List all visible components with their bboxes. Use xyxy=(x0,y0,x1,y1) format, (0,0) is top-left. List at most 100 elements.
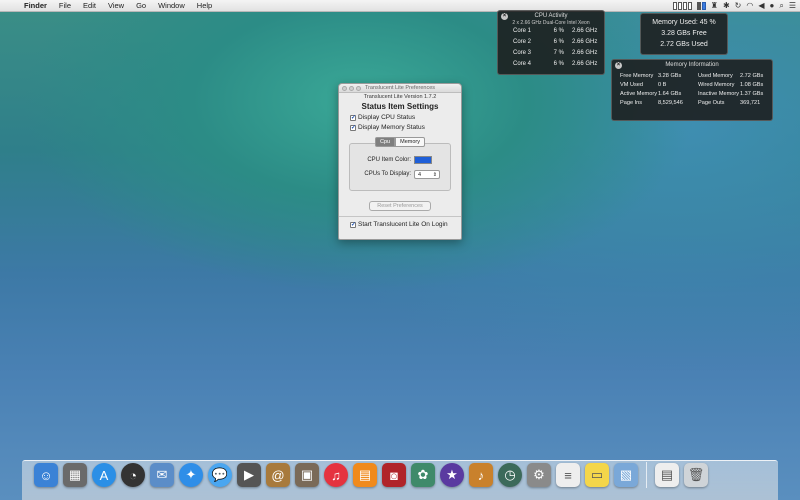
panel-title: Memory Information xyxy=(665,62,719,68)
zoom-window-icon[interactable] xyxy=(356,86,361,91)
photo-browser-icon[interactable]: ▣ xyxy=(295,463,319,487)
cpu-bar-icon xyxy=(672,2,677,10)
reset-preferences-button[interactable]: Reset Preferences xyxy=(369,201,431,211)
memory-label: Used Memory xyxy=(698,73,733,79)
menu-help[interactable]: Help xyxy=(191,0,218,12)
cpu-activity-panel: × CPU Activity 2 x 2.66 GHz Dual-Core In… xyxy=(497,10,605,75)
start-on-login-checkbox[interactable]: ✓ Start Translucent Lite On Login xyxy=(350,221,461,228)
memory-value: 369,721 xyxy=(740,100,761,106)
memory-label: Page Ins xyxy=(620,100,643,106)
checkmark-icon: ✓ xyxy=(350,221,357,228)
imovie-icon[interactable]: ★ xyxy=(440,463,464,487)
window-titlebar[interactable]: Translucent Lite Preferences xyxy=(339,84,461,93)
memory-label: Wired Memory xyxy=(698,82,735,88)
ibooks-icon[interactable]: ▤ xyxy=(353,463,377,487)
contacts-icon[interactable]: @ xyxy=(266,463,290,487)
bluetooth-icon[interactable]: ✱ xyxy=(723,0,730,12)
core-name: Core 2 xyxy=(513,39,532,45)
core-usage: 6 % xyxy=(553,61,564,67)
menu-bar: Finder File Edit View Go Window Help ♜ ✱… xyxy=(0,0,800,12)
menu-file[interactable]: File xyxy=(53,0,77,12)
memory-label: Page Outs xyxy=(698,100,725,106)
dock-separator xyxy=(646,462,647,488)
core-row: Core 3 7 % 2.66 GHz xyxy=(498,48,604,59)
close-icon[interactable]: × xyxy=(501,13,508,20)
preferences-window: Translucent Lite Preferences Translucent… xyxy=(338,83,462,240)
preview-icon[interactable]: ✉ xyxy=(150,463,174,487)
app-store-icon[interactable]: A xyxy=(92,463,116,487)
stickies-icon[interactable]: ▭ xyxy=(585,463,609,487)
dashboard-icon[interactable]: ◔ xyxy=(121,463,145,487)
time-machine-icon[interactable]: ↻ xyxy=(735,0,742,12)
memory-value: 1.64 GBs xyxy=(658,91,682,97)
minimize-window-icon[interactable] xyxy=(349,86,354,91)
photo-booth-icon[interactable]: ◙ xyxy=(382,463,406,487)
core-speed: 2.66 GHz xyxy=(572,50,598,56)
core-name: Core 4 xyxy=(513,61,532,67)
cpu-color-row: CPU Item Color: xyxy=(362,153,450,167)
core-row: Core 1 6 % 2.66 GHz xyxy=(498,26,604,37)
preview-docs-icon[interactable]: ▧ xyxy=(614,463,638,487)
volume-icon[interactable]: ◀ xyxy=(758,0,764,12)
window-controls xyxy=(342,86,361,91)
close-icon[interactable]: × xyxy=(615,62,622,69)
memory-value: 2.72 GBs xyxy=(740,73,764,79)
time-machine-icon[interactable]: ◷ xyxy=(498,463,522,487)
memory-used-percent: Memory Used: 45 % xyxy=(652,19,716,26)
documents-stack-icon[interactable]: ▤ xyxy=(655,463,679,487)
checkmark-icon: ✓ xyxy=(350,124,357,131)
close-window-icon[interactable] xyxy=(342,86,347,91)
app-status-icon[interactable]: ♜ xyxy=(711,0,718,12)
display-memory-label: Display Memory Status xyxy=(358,124,425,131)
memory-label: Inactive Memory xyxy=(698,91,740,97)
menu-go[interactable]: Go xyxy=(130,0,152,12)
dock-icons: ☺ ▦ A ◔ ✉ ✦ 💬 ▶ @ ▣ ♫ ▤ ◙ ✿ ★ ♪ ◷ ⚙ ≡ ▭ ▧ ▤ 🗑 xyxy=(34,462,708,488)
start-on-login-label: Start Translucent Lite On Login xyxy=(358,221,448,228)
cpus-display-value: 4 xyxy=(418,171,422,178)
itunes-icon[interactable]: ♫ xyxy=(324,463,348,487)
tab-cpu[interactable]: Cpu xyxy=(375,137,396,147)
safari-icon[interactable]: ✦ xyxy=(179,463,203,487)
tab-memory[interactable]: Memory xyxy=(395,137,425,147)
core-speed: 2.66 GHz xyxy=(572,39,598,45)
cpu-status-item[interactable] xyxy=(672,2,692,10)
iphoto-icon[interactable]: ✿ xyxy=(411,463,435,487)
checkmark-icon: ✓ xyxy=(350,114,357,121)
cpu-color-well[interactable] xyxy=(414,156,432,164)
divider xyxy=(339,216,461,217)
display-cpu-label: Display CPU Status xyxy=(358,114,416,121)
memory-bar-icon xyxy=(696,2,701,10)
trash-icon[interactable]: 🗑 xyxy=(684,463,708,487)
textedit-icon[interactable]: ≡ xyxy=(556,463,580,487)
display-memory-checkbox[interactable]: ✓ Display Memory Status xyxy=(350,124,461,131)
memory-status-item[interactable] xyxy=(696,2,706,10)
status-area: ♜ ✱ ↻ ◠ ◀ ● ⌕ ☰ xyxy=(672,0,796,12)
cpus-display-select[interactable]: 4 ⇕ xyxy=(414,169,440,179)
user-icon[interactable]: ● xyxy=(770,0,775,12)
notification-center-icon[interactable]: ☰ xyxy=(789,0,796,12)
cpu-settings-group: CPU Item Color: CPUs To Display: 4 ⇕ xyxy=(349,143,451,191)
menu-finder[interactable]: Finder xyxy=(18,0,53,12)
messages-icon[interactable]: 💬 xyxy=(208,463,232,487)
memory-grid: Free Memory 3.28 GBs Used Memory 2.72 GB… xyxy=(612,70,772,106)
garageband-icon[interactable]: ♪ xyxy=(469,463,493,487)
finder-icon[interactable]: ☺ xyxy=(34,463,58,487)
memory-value: 3.28 GBs xyxy=(658,73,682,79)
menu-view[interactable]: View xyxy=(102,0,130,12)
version-label: Translucent Lite Version 1.7.2 xyxy=(363,94,437,100)
menu-window[interactable]: Window xyxy=(152,0,191,12)
launchpad-icon[interactable]: ▦ xyxy=(63,463,87,487)
spotlight-icon[interactable]: ⌕ xyxy=(779,0,783,12)
memory-summary-panel: Memory Used: 45 % 3.28 GBs Free 2.72 GBs… xyxy=(640,13,728,55)
menu-edit[interactable]: Edit xyxy=(77,0,102,12)
wifi-icon[interactable]: ◠ xyxy=(746,0,753,12)
core-row: Core 2 6 % 2.66 GHz xyxy=(498,37,604,48)
core-speed: 2.66 GHz xyxy=(572,28,598,34)
memory-information-panel: × Memory Information Free Memory 3.28 GB… xyxy=(611,59,773,121)
memory-value: 1.37 GBs xyxy=(740,91,764,97)
memory-label: VM Used xyxy=(620,82,644,88)
display-cpu-checkbox[interactable]: ✓ Display CPU Status xyxy=(350,114,461,121)
system-preferences-icon[interactable]: ⚙ xyxy=(527,463,551,487)
memory-value: 0 B xyxy=(658,82,667,88)
facetime-icon[interactable]: ▶ xyxy=(237,463,261,487)
